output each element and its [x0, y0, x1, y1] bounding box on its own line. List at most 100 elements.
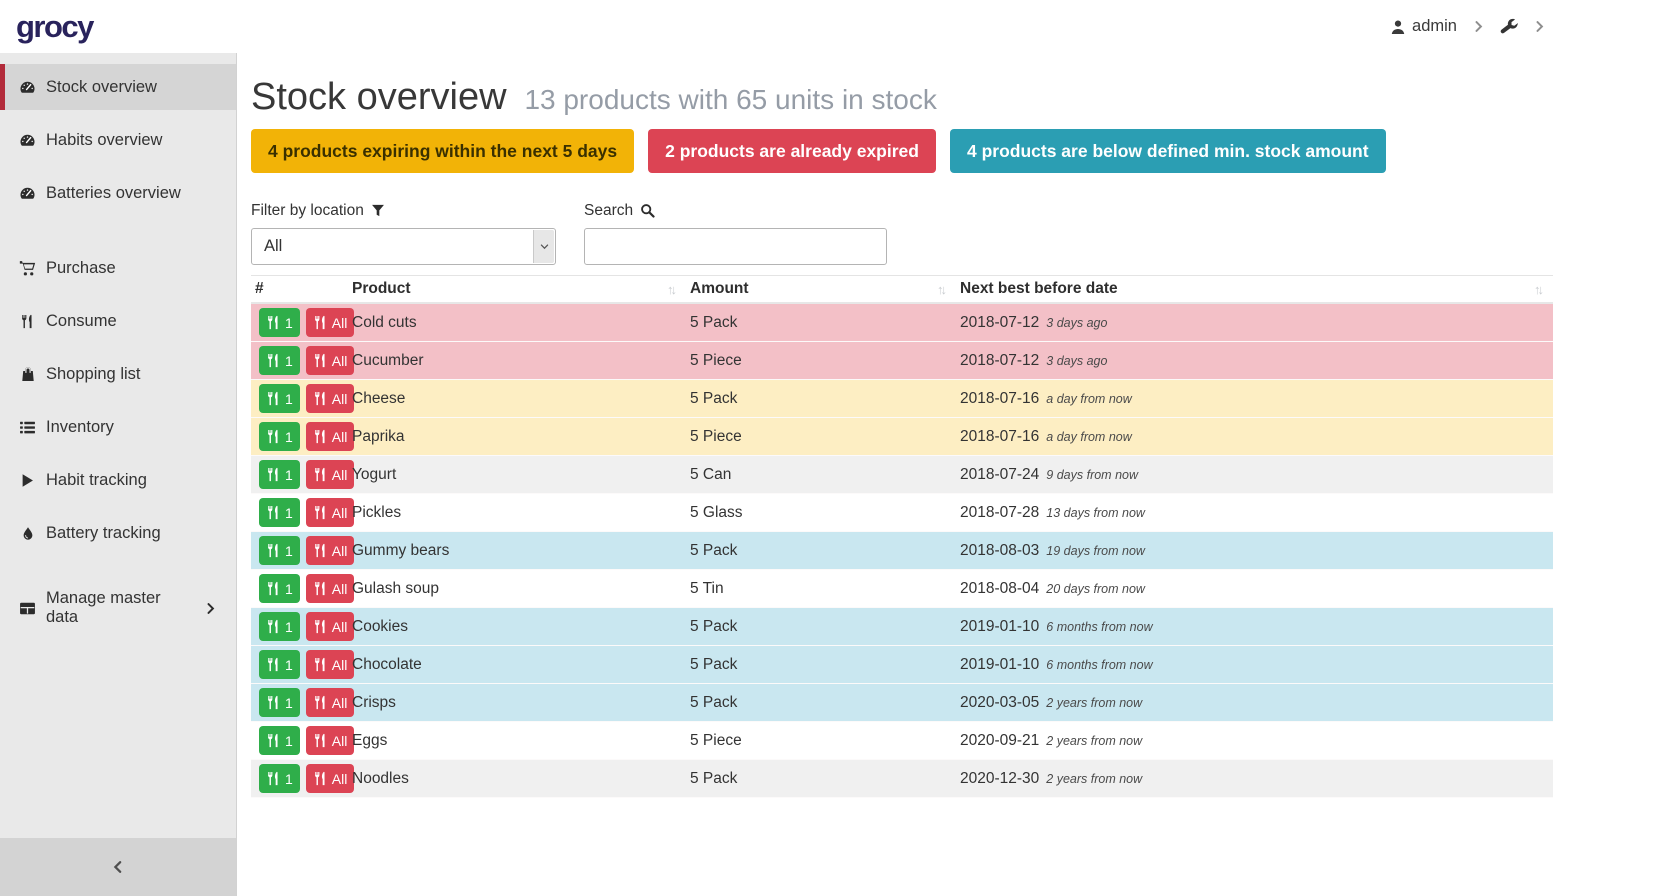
consume-one-button[interactable]: 1: [259, 536, 300, 565]
stock-row-crisps: 1AllCrisps5 Pack2020-03-052 years from n…: [251, 684, 1553, 722]
chevron-left-icon: [111, 860, 125, 874]
relative-time: 2 years from now: [1046, 696, 1142, 710]
row-actions: 1All: [251, 384, 348, 413]
consume-one-button[interactable]: 1: [259, 460, 300, 489]
column-header-next-best-before-date[interactable]: Next best before date↑↓: [956, 276, 1553, 302]
product-name: Crisps: [348, 694, 686, 712]
consume-one-button[interactable]: 1: [259, 688, 300, 717]
relative-time: a day from now: [1046, 392, 1131, 406]
sidebar-group: Purchase Consume Shopping list Inventory Hab…: [0, 245, 236, 556]
relative-time: a day from now: [1046, 430, 1131, 444]
sidebar-item-shopping-list[interactable]: Shopping list: [0, 351, 236, 397]
stock-row-cookies: 1AllCookies5 Pack2019-01-106 months from…: [251, 608, 1553, 646]
status-badge[interactable]: 4 products expiring within the next 5 da…: [251, 129, 634, 173]
utensils-icon: [266, 353, 281, 368]
utensils-icon: [313, 657, 328, 672]
utensils-icon: [313, 467, 328, 482]
sidebar-item-habits-overview[interactable]: Habits overview: [0, 117, 236, 163]
sidebar-item-label: Battery tracking: [46, 524, 236, 543]
sort-icon[interactable]: ↑↓: [1534, 282, 1541, 297]
product-name: Cheese: [348, 390, 686, 408]
page-title: Stock overview: [251, 76, 507, 118]
main-content: Stock overview 13 products with 65 units…: [237, 53, 1658, 896]
user-menu[interactable]: admin: [1390, 17, 1457, 36]
utensils-icon: [266, 391, 281, 406]
utensils-icon: [266, 581, 281, 596]
product-amount: 5 Pack: [686, 694, 956, 712]
row-actions: 1All: [251, 764, 348, 793]
utensils-icon: [313, 771, 328, 786]
sidebar-item-batteries-overview[interactable]: Batteries overview: [0, 170, 236, 216]
sidebar-item-habit-tracking[interactable]: Habit tracking: [0, 457, 236, 503]
relative-time: 2 years from now: [1046, 734, 1142, 748]
utensils-icon: [313, 353, 328, 368]
product-amount: 5 Piece: [686, 732, 956, 750]
best-before-date: 2018-07-2813 days from now: [956, 504, 1553, 522]
utensils-icon: [266, 733, 281, 748]
sort-icon[interactable]: ↑↓: [667, 282, 674, 297]
location-select[interactable]: All: [251, 228, 556, 265]
consume-one-button[interactable]: 1: [259, 726, 300, 755]
sidebar-item-stock-overview[interactable]: Stock overview: [0, 64, 236, 110]
settings-chevron-right-icon[interactable]: [1533, 20, 1546, 33]
sidebar-item-battery-tracking[interactable]: Battery tracking: [0, 510, 236, 556]
product-name: Chocolate: [348, 656, 686, 674]
sidebar-item-consume[interactable]: Consume: [0, 298, 236, 344]
sidebar-item-inventory[interactable]: Inventory: [0, 404, 236, 450]
utensils-icon: [313, 695, 328, 710]
date-value: 2018-08-03: [960, 542, 1039, 560]
utensils-icon: [266, 315, 281, 330]
utensils-icon: [18, 314, 37, 329]
list-icon: [18, 419, 37, 436]
search-input[interactable]: [584, 228, 887, 265]
main-layout: Stock overview Habits overview Batteries o…: [0, 53, 1658, 896]
product-name: Yogurt: [348, 466, 686, 484]
sidebar-item-manage-master-data[interactable]: Manage master data: [0, 585, 236, 631]
column-label: #: [255, 280, 264, 298]
sidebar-item-purchase[interactable]: Purchase: [0, 245, 236, 291]
best-before-date: 2019-01-106 months from now: [956, 618, 1553, 636]
stock-row-eggs: 1AllEggs5 Piece2020-09-212 years from no…: [251, 722, 1553, 760]
date-value: 2018-07-12: [960, 352, 1039, 370]
product-name: Cucumber: [348, 352, 686, 370]
user-menu-chevron-right-icon[interactable]: [1472, 20, 1485, 33]
column-header-product[interactable]: Product↑↓: [348, 276, 686, 302]
status-badge[interactable]: 4 products are below defined min. stock …: [950, 129, 1386, 173]
status-badge[interactable]: 2 products are already expired: [648, 129, 936, 173]
stock-row-paprika: 1AllPaprika5 Piece2018-07-16a day from n…: [251, 418, 1553, 456]
consume-one-button[interactable]: 1: [259, 764, 300, 793]
user-icon: [1390, 19, 1406, 35]
date-value: 2018-07-12: [960, 314, 1039, 332]
consume-one-button[interactable]: 1: [259, 574, 300, 603]
product-amount: 5 Tin: [686, 580, 956, 598]
sidebar-nav: Stock overview Habits overview Batteries o…: [0, 53, 236, 631]
row-actions: 1All: [251, 308, 348, 337]
sidebar-collapse-button[interactable]: [0, 838, 236, 896]
sort-icon[interactable]: ↑↓: [937, 282, 944, 297]
stock-row-gummy-bears: 1AllGummy bears5 Pack2018-08-0319 days f…: [251, 532, 1553, 570]
utensils-icon: [313, 391, 328, 406]
page-subtitle: 13 products with 65 units in stock: [524, 84, 936, 115]
product-amount: 5 Can: [686, 466, 956, 484]
product-amount: 5 Pack: [686, 656, 956, 674]
status-badges: 4 products expiring within the next 5 da…: [251, 129, 1658, 173]
column-header-amount[interactable]: Amount↑↓: [686, 276, 956, 302]
consume-one-button[interactable]: 1: [259, 422, 300, 451]
date-value: 2020-09-21: [960, 732, 1039, 750]
best-before-date: 2018-07-249 days from now: [956, 466, 1553, 484]
consume-one-button[interactable]: 1: [259, 346, 300, 375]
consume-one-button[interactable]: 1: [259, 650, 300, 679]
relative-time: 20 days from now: [1046, 582, 1145, 596]
header-actions: admin: [1390, 17, 1546, 36]
consume-one-button[interactable]: 1: [259, 308, 300, 337]
grocy-logo[interactable]: grocy: [16, 9, 93, 45]
search-label-row: Search: [584, 202, 887, 219]
page-heading: Stock overview 13 products with 65 units…: [251, 75, 1658, 122]
stock-row-noodles: 1AllNoodles5 Pack2020-12-302 years from …: [251, 760, 1553, 798]
wrench-icon[interactable]: [1500, 18, 1518, 36]
consume-one-button[interactable]: 1: [259, 612, 300, 641]
consume-one-button[interactable]: 1: [259, 384, 300, 413]
consume-one-button[interactable]: 1: [259, 498, 300, 527]
sidebar-group: Stock overview Habits overview Batteries o…: [0, 64, 236, 216]
filter-funnel-icon: [371, 204, 385, 218]
